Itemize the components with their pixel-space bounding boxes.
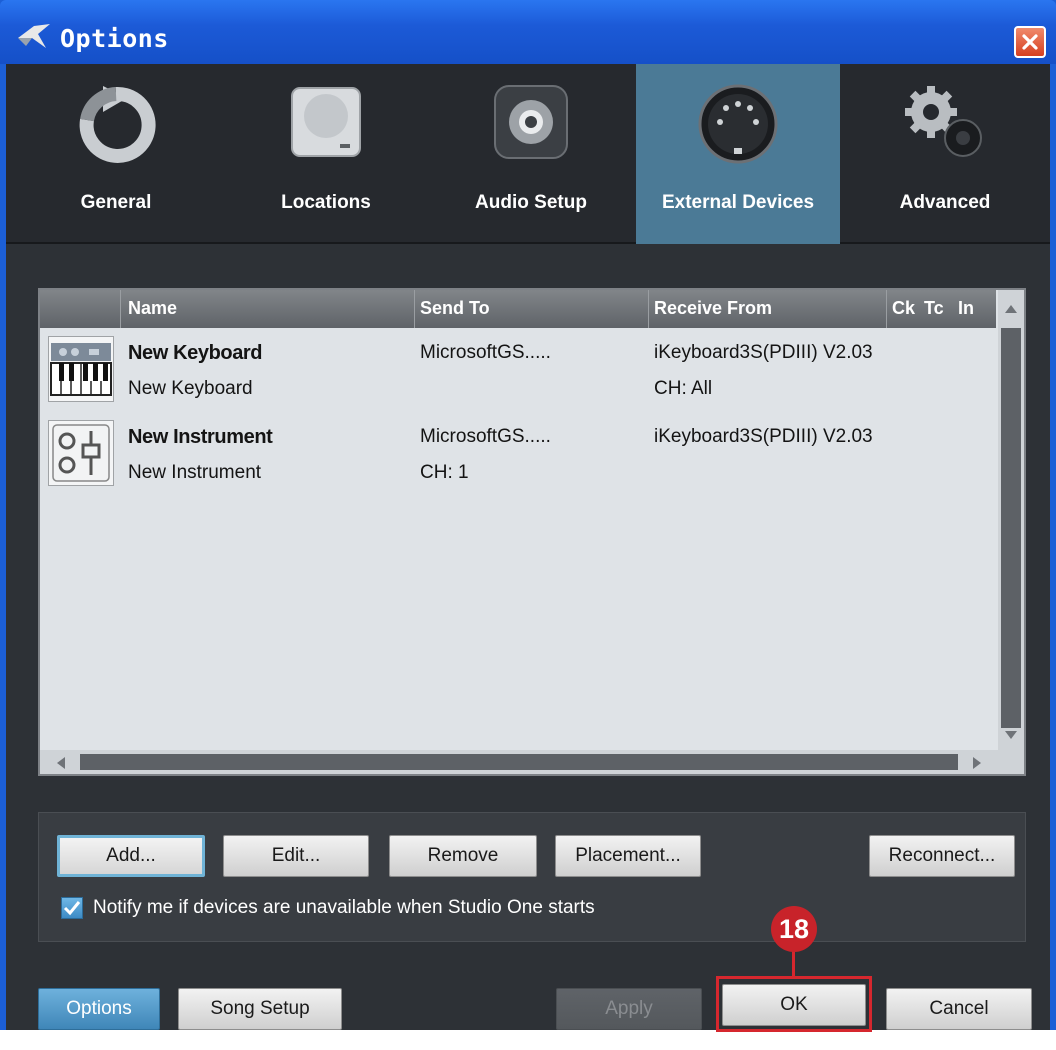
scroll-down-icon[interactable] <box>1004 730 1018 740</box>
column-header-name[interactable]: Name <box>128 298 177 319</box>
send-to-cell: MicrosoftGS..... <box>420 342 551 363</box>
table-row-empty <box>40 496 996 581</box>
table-row-empty <box>40 664 996 751</box>
apply-button[interactable]: Apply <box>556 988 702 1030</box>
tab-audio-setup[interactable]: Audio Setup <box>426 64 636 244</box>
tab-label: General <box>80 192 152 213</box>
reconnect-button[interactable]: Reconnect... <box>869 835 1015 877</box>
remove-button[interactable]: Remove <box>389 835 537 877</box>
gears-icon <box>905 86 982 157</box>
table-header: Name Send To Receive From Ck Tc In <box>40 290 996 329</box>
annotation-step-badge: 18 <box>771 906 817 952</box>
vertical-scroll-thumb[interactable] <box>1001 328 1021 728</box>
keyboard-icon <box>48 336 114 402</box>
drive-icon <box>291 87 361 157</box>
tab-locations[interactable]: Locations <box>226 64 426 244</box>
annotation-highlight-box <box>716 976 872 1032</box>
edit-button[interactable]: Edit... <box>223 835 369 877</box>
close-icon <box>1022 34 1038 50</box>
vertical-scrollbar[interactable] <box>998 290 1024 774</box>
device-subname: New Instrument <box>128 462 262 483</box>
column-header-send-to[interactable]: Send To <box>420 298 490 319</box>
horizontal-scroll-thumb[interactable] <box>80 754 958 770</box>
midi-connector-icon <box>698 84 778 164</box>
column-header-tc[interactable]: Tc <box>924 298 944 319</box>
table-row[interactable]: New Keyboard New Keyboard MicrosoftGS...… <box>40 328 996 413</box>
cancel-button[interactable]: Cancel <box>886 988 1032 1030</box>
column-header-in[interactable]: In <box>958 298 974 319</box>
tab-label: External Devices <box>661 192 815 213</box>
receive-from-channel: CH: All <box>654 378 713 399</box>
options-button[interactable]: Options <box>38 988 160 1030</box>
tab-label: Advanced <box>899 192 991 213</box>
table-row-empty <box>40 580 996 665</box>
refresh-icon <box>79 86 156 163</box>
title-bar: Options <box>0 0 1056 64</box>
tab-external-devices[interactable]: External Devices <box>636 64 840 244</box>
column-header-receive-from[interactable]: Receive From <box>654 298 772 319</box>
checkmark-icon <box>63 901 81 916</box>
scroll-left-icon[interactable] <box>56 756 66 770</box>
column-header-ck[interactable]: Ck <box>892 298 915 319</box>
instrument-icon <box>48 420 114 486</box>
annotation-connector <box>792 950 795 978</box>
table-row[interactable]: New Instrument New Instrument MicrosoftG… <box>40 412 996 497</box>
receive-from-cell: iKeyboard3S(PDIII) V2.03 <box>654 342 873 363</box>
app-logo-icon <box>18 24 50 48</box>
scroll-up-icon[interactable] <box>1004 304 1018 314</box>
close-button[interactable] <box>1014 26 1046 58</box>
column-divider <box>120 290 121 328</box>
placement-button[interactable]: Placement... <box>555 835 701 877</box>
horizontal-scrollbar[interactable] <box>40 750 998 774</box>
device-list: Name Send To Receive From Ck Tc In New K… <box>38 288 1026 776</box>
add-button[interactable]: Add... <box>57 835 205 877</box>
device-subname: New Keyboard <box>128 378 253 399</box>
tab-strip: General Locations Audio Setup External D… <box>6 64 1050 244</box>
device-name: New Keyboard <box>128 342 263 364</box>
scroll-right-icon[interactable] <box>972 756 982 770</box>
send-to-cell: MicrosoftGS..... <box>420 426 551 447</box>
tab-label: Audio Setup <box>475 192 587 213</box>
tab-advanced[interactable]: Advanced <box>840 64 1050 244</box>
column-divider <box>414 290 415 328</box>
column-divider <box>886 290 887 328</box>
speaker-icon <box>494 85 568 159</box>
receive-from-cell: iKeyboard3S(PDIII) V2.03 <box>654 426 873 447</box>
device-name: New Instrument <box>128 426 273 448</box>
notify-label[interactable]: Notify me if devices are unavailable whe… <box>93 897 595 919</box>
notify-checkbox[interactable] <box>61 897 83 919</box>
window-title: Options <box>60 24 169 53</box>
device-actions-panel: Add... Edit... Remove Placement... Recon… <box>38 812 1026 942</box>
column-divider <box>648 290 649 328</box>
send-to-channel: CH: 1 <box>420 462 469 483</box>
song-setup-button[interactable]: Song Setup <box>178 988 342 1030</box>
tab-label: Locations <box>281 192 371 213</box>
tab-general[interactable]: General <box>6 64 226 244</box>
